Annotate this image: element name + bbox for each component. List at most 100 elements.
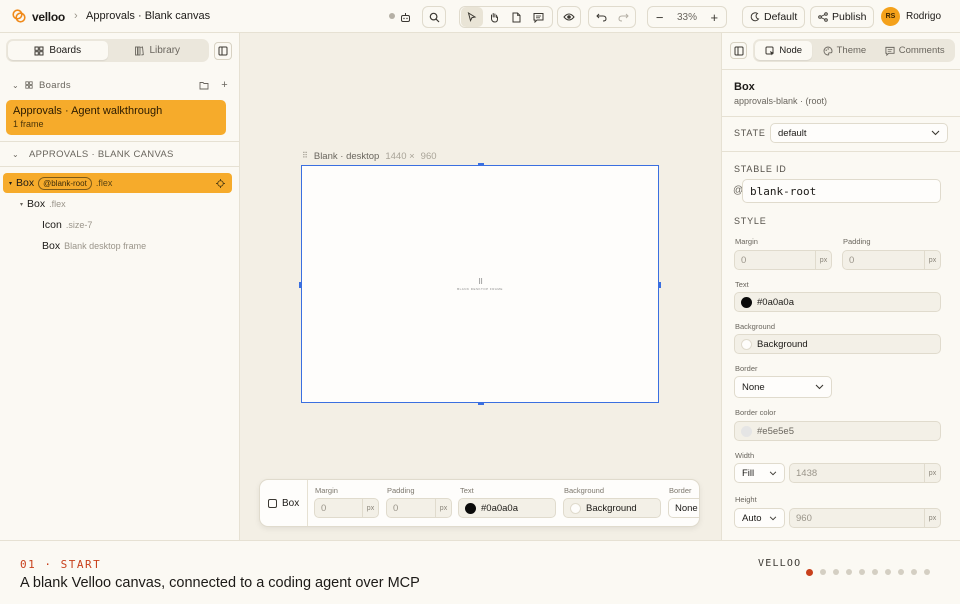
- tab-boards[interactable]: Boards: [8, 41, 108, 60]
- avatar[interactable]: RS: [881, 7, 900, 26]
- chevron-down-icon: [815, 384, 824, 390]
- node-icon: [765, 46, 775, 56]
- padding-input[interactable]: 0 px: [842, 250, 941, 270]
- add-board-icon[interactable]: +: [221, 79, 228, 91]
- dock-node-name: Box: [282, 498, 300, 509]
- desktop-frame[interactable]: ⠿ BLANK DESKTOP FRAME: [299, 163, 661, 405]
- border-select[interactable]: None: [734, 376, 832, 398]
- step-dot[interactable]: [872, 569, 878, 575]
- redo-icon[interactable]: [612, 7, 634, 27]
- tree-meta: Blank desktop frame: [64, 241, 147, 251]
- tab-comments[interactable]: Comments: [876, 41, 953, 60]
- frame-label[interactable]: ⠿ Blank · desktop 1440 × 960: [302, 151, 437, 162]
- state-value: default: [778, 127, 807, 139]
- margin-input[interactable]: 0 px: [734, 250, 832, 270]
- breadcrumb[interactable]: Approvals · Blank canvas: [86, 10, 210, 22]
- state-select[interactable]: default: [770, 123, 948, 143]
- step-dot[interactable]: [859, 569, 865, 575]
- theme-button[interactable]: Default: [742, 6, 806, 28]
- stable-id-input[interactable]: blank-root: [742, 179, 941, 203]
- step-dot[interactable]: [911, 569, 917, 575]
- color-swatch: [741, 296, 752, 308]
- search-icon[interactable]: [424, 7, 444, 27]
- dock-border-select[interactable]: None: [668, 498, 699, 518]
- publish-button[interactable]: Publish: [810, 6, 875, 28]
- board-card[interactable]: Approvals · Agent walkthrough 1 frame: [6, 100, 226, 135]
- tree-row[interactable]: ▾ Box @blank-root .flex: [3, 173, 232, 193]
- walkthrough-footer: 01 · START A blank Velloo canvas, connec…: [0, 540, 960, 604]
- agent-icon[interactable]: [397, 7, 413, 27]
- node-checkbox[interactable]: [268, 499, 277, 508]
- grid-icon: [34, 46, 44, 56]
- tree-row[interactable]: Icon .size-7: [42, 215, 92, 235]
- board-subtitle: 1 frame: [13, 119, 44, 129]
- target-icon[interactable]: [216, 178, 225, 188]
- pointer-tool-icon[interactable]: [461, 7, 483, 27]
- dock-margin-input[interactable]: 0 px: [314, 498, 379, 518]
- tab-comments-label: Comments: [898, 45, 945, 56]
- tab-node[interactable]: Node: [755, 41, 813, 60]
- divider: [722, 151, 960, 152]
- hand-tool-icon[interactable]: [483, 7, 505, 27]
- comment-tool-icon[interactable]: [527, 7, 549, 27]
- step-dot[interactable]: [924, 569, 930, 575]
- text-color-input[interactable]: #0a0a0a: [734, 292, 941, 312]
- unit-label: px: [815, 251, 831, 269]
- tree-row[interactable]: Box Blank desktop frame: [42, 236, 146, 256]
- resize-handle[interactable]: [658, 282, 661, 288]
- resize-handle[interactable]: [478, 163, 484, 166]
- border-color-input[interactable]: #e5e5e5: [734, 421, 941, 441]
- unit-label: px: [435, 499, 451, 517]
- tree-row[interactable]: ▾ Box .flex: [20, 194, 66, 214]
- width-input[interactable]: 1438 px: [789, 463, 941, 483]
- tab-boards-label: Boards: [49, 45, 82, 56]
- collapse-sidebar-icon[interactable]: [214, 42, 232, 60]
- stable-id-tag: @blank-root: [38, 176, 92, 190]
- tab-library[interactable]: Library: [108, 41, 208, 60]
- canvas-section-header[interactable]: ⌄ APPROVALS · BLANK CANVAS: [0, 142, 240, 166]
- step-dot[interactable]: [833, 569, 839, 575]
- tab-theme[interactable]: Theme: [812, 41, 876, 60]
- folder-icon[interactable]: [199, 81, 209, 90]
- step-dot[interactable]: [846, 569, 852, 575]
- unit-label: px: [924, 509, 940, 527]
- tree-meta: .flex: [95, 178, 113, 188]
- eye-icon[interactable]: [559, 7, 579, 27]
- resize-handle[interactable]: [478, 402, 484, 405]
- publish-label: Publish: [832, 11, 867, 23]
- boards-section-label: Boards: [39, 79, 71, 91]
- divider: [0, 166, 240, 167]
- page-tool-icon[interactable]: [505, 7, 527, 27]
- zoom-level[interactable]: 33%: [670, 12, 703, 23]
- color-swatch: [465, 502, 476, 514]
- velloo-logo-icon[interactable]: [12, 9, 26, 23]
- dock-padding-input[interactable]: 0 px: [386, 498, 452, 518]
- book-icon: [134, 45, 145, 56]
- drag-handle-icon[interactable]: ⠿: [302, 151, 308, 162]
- chevron-down-icon: [931, 130, 940, 136]
- height-input[interactable]: 960 px: [789, 508, 941, 528]
- share-icon: [818, 12, 828, 22]
- width-mode-select[interactable]: Fill: [734, 463, 785, 483]
- zoom-out-icon[interactable]: −: [649, 7, 670, 27]
- height-mode-select[interactable]: Auto: [734, 508, 785, 528]
- canvas[interactable]: ⠿ Blank · desktop 1440 × 960 ⠿ BLANK DES…: [240, 33, 721, 540]
- step-dot[interactable]: [820, 569, 826, 575]
- boards-section-header[interactable]: ⌄ Boards +: [0, 73, 240, 97]
- background-color-input[interactable]: Background: [734, 334, 941, 354]
- step-dot[interactable]: [898, 569, 904, 575]
- unit-label: px: [924, 464, 940, 482]
- step-dot[interactable]: [806, 569, 813, 576]
- dock-text-value: #0a0a0a: [481, 502, 518, 514]
- chevron-down-icon: ▾: [9, 180, 13, 187]
- tree-label: Box: [27, 198, 46, 210]
- collapse-inspector-icon[interactable]: [730, 42, 747, 59]
- dock-text-color[interactable]: #0a0a0a: [458, 498, 556, 518]
- user-name[interactable]: Rodrigo: [906, 11, 941, 22]
- height-label: Height: [735, 495, 757, 504]
- undo-icon[interactable]: [590, 7, 612, 27]
- dock-margin-value: 0: [321, 502, 327, 514]
- step-dot[interactable]: [885, 569, 891, 575]
- dock-background-color[interactable]: Background: [563, 498, 661, 518]
- zoom-in-icon[interactable]: +: [704, 7, 725, 27]
